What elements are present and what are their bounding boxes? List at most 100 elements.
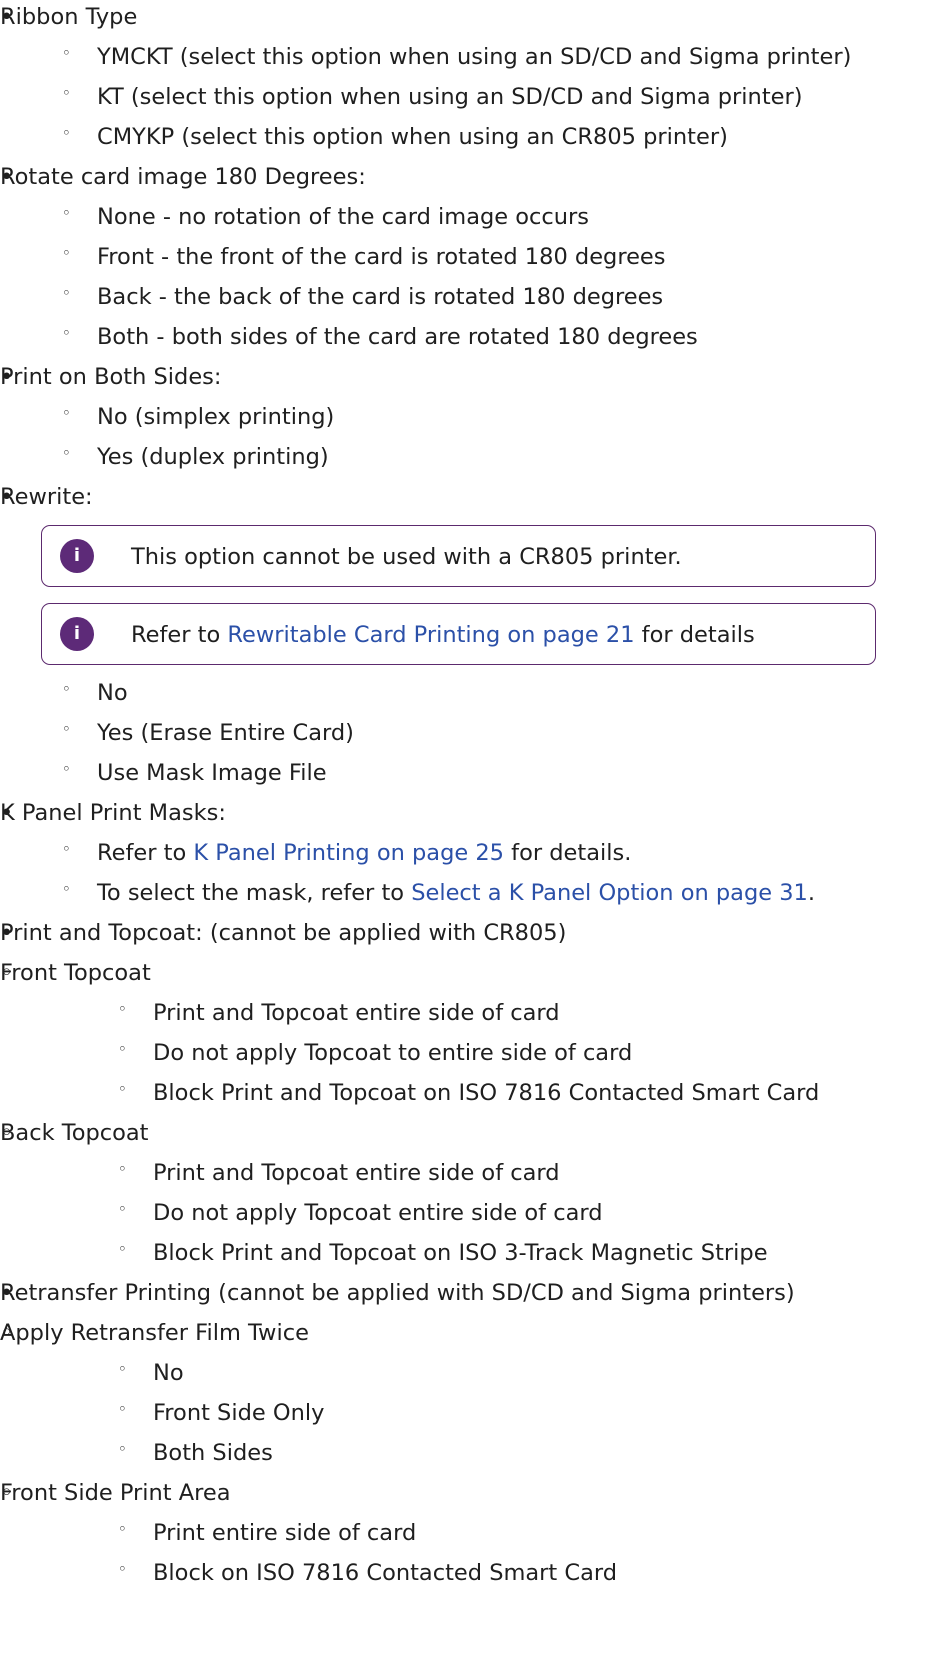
option-text: Back - the back of the card is rotated 1…: [97, 284, 664, 310]
bullet-icon: ◦: [62, 124, 71, 142]
bullet-icon: ◦: [62, 204, 71, 222]
list-item-retransfer: • Retransfer Printing (cannot be applied …: [0, 1273, 942, 1593]
list-item: ◦ Print entire side of card: [0, 1513, 942, 1553]
rewrite-options: ◦ No ◦ Yes (Erase Entire Card) ◦ Use Mask I…: [0, 673, 942, 793]
list-item-ribbon-type: • Ribbon Type ◦ YMCKT (select this option …: [0, 0, 942, 157]
bullet-icon: •: [0, 1280, 14, 1306]
list-item: ◦ Do not apply Topcoat entire side of car…: [0, 1193, 942, 1233]
list-item: ◦ Yes (duplex printing): [0, 437, 942, 477]
ribbon-type-options: ◦ YMCKT (select this option when using an…: [0, 37, 942, 157]
list-item: ◦ Print and Topcoat entire side of card: [0, 993, 942, 1033]
option-text: Print and Topcoat entire side of card: [153, 1000, 560, 1026]
list-item: ◦ No: [0, 673, 942, 713]
option-text: Do not apply Topcoat entire side of card: [153, 1200, 603, 1226]
bullet-icon: •: [0, 484, 14, 510]
info-icon: i: [60, 539, 94, 573]
bullet-icon: ◦: [118, 1520, 127, 1538]
option-text: Yes (duplex printing): [97, 444, 329, 470]
front-print-area-options: ◦ Print entire side of card ◦ Block on ISO…: [0, 1513, 942, 1593]
select-k-panel-option-link[interactable]: Select a K Panel Option on page 31: [411, 880, 808, 906]
list-item-front-topcoat: ◦ Front Topcoat ◦ Print and Topcoat entire…: [0, 953, 942, 1113]
list-item: ◦ Use Mask Image File: [0, 753, 942, 793]
apply-twice-title: Apply Retransfer Film Twice: [0, 1320, 309, 1346]
bullet-icon: ◦: [118, 1160, 127, 1178]
info-note-text: This option cannot be used with a CR805 …: [131, 544, 682, 570]
option-text: Block Print and Topcoat on ISO 7816 Cont…: [153, 1080, 820, 1106]
bullet-icon: ◦: [62, 44, 71, 62]
list-item: ◦ None - no rotation of the card image oc…: [0, 197, 942, 237]
bullet-icon: ◦: [118, 1040, 127, 1058]
apply-twice-options: ◦ No ◦ Front Side Only ◦ Both Sides: [0, 1353, 942, 1473]
option-text: Both - both sides of the card are rotate…: [97, 324, 698, 350]
list-item: ◦ Yes (Erase Entire Card): [0, 713, 942, 753]
rotate-options: ◦ None - no rotation of the card image oc…: [0, 197, 942, 357]
bullet-icon: ◦: [62, 84, 71, 102]
bullet-icon: ◦: [62, 760, 71, 778]
info-icon: i: [60, 617, 94, 651]
option-text: Print and Topcoat entire side of card: [153, 1160, 560, 1186]
list-item: ◦ YMCKT (select this option when using an…: [0, 37, 942, 77]
bullet-icon: ◦: [62, 244, 71, 262]
k-panel-printing-link[interactable]: K Panel Printing on page 25: [193, 840, 504, 866]
option-text: No: [153, 1360, 184, 1386]
list-item: ◦ Block Print and Topcoat on ISO 3-Track …: [0, 1233, 942, 1273]
note-text-before: Refer to: [131, 622, 228, 648]
option-text: YMCKT (select this option when using an …: [97, 44, 852, 70]
bullet-icon: ◦: [118, 1440, 127, 1458]
k-panel-options: ◦ Refer to K Panel Printing on page 25 fo…: [0, 833, 942, 913]
bullet-icon: ◦: [118, 1200, 127, 1218]
list-item: ◦ Front Side Only: [0, 1393, 942, 1433]
rotate-title: Rotate card image 180 Degrees:: [0, 164, 366, 190]
rewrite-title: Rewrite:: [0, 484, 93, 510]
bullet-icon: ◦: [62, 840, 71, 858]
bullet-icon: ◦: [0, 1320, 14, 1346]
front-topcoat-title: Front Topcoat: [0, 960, 151, 986]
bullet-icon: ◦: [0, 960, 14, 986]
bullet-icon: ◦: [62, 444, 71, 462]
list-item: ◦ No: [0, 1353, 942, 1393]
option-text: Front - the front of the card is rotated…: [97, 244, 666, 270]
bullet-icon: •: [0, 164, 14, 190]
list-item-topcoat: • Print and Topcoat: (cannot be applied w…: [0, 913, 942, 1273]
list-item: ◦ Print and Topcoat entire side of card: [0, 1153, 942, 1193]
back-topcoat-title: Back Topcoat: [0, 1120, 149, 1146]
list-item: ◦ Refer to K Panel Printing on page 25 fo…: [0, 833, 942, 873]
option-text: for details.: [504, 840, 632, 866]
info-note-rewritable: i Refer to Rewritable Card Printing on p…: [41, 603, 876, 665]
ribbon-type-title: Ribbon Type: [0, 4, 138, 30]
option-text: Front Side Only: [153, 1400, 325, 1426]
topcoat-options: ◦ Front Topcoat ◦ Print and Topcoat entire…: [0, 953, 942, 1273]
option-text: To select the mask, refer to: [97, 880, 412, 906]
bullet-icon: ◦: [62, 680, 71, 698]
option-text: KT (select this option when using an SD/…: [97, 84, 803, 110]
print-both-sides-options: ◦ No (simplex printing) ◦ Yes (duplex prin…: [0, 397, 942, 477]
bullet-icon: ◦: [0, 1120, 14, 1146]
list-item: ◦ Block on ISO 7816 Contacted Smart Card: [0, 1553, 942, 1593]
bullet-icon: ◦: [62, 404, 71, 422]
list-item-front-print-area: ◦ Front Side Print Area ◦ Print entire sid…: [0, 1473, 942, 1593]
bullet-icon: ◦: [118, 1400, 127, 1418]
rewritable-card-printing-link[interactable]: Rewritable Card Printing on page 21: [227, 622, 634, 648]
list-item: ◦ To select the mask, refer to Select a K…: [0, 873, 942, 913]
list-item: ◦ Back - the back of the card is rotated …: [0, 277, 942, 317]
list-item: ◦ Do not apply Topcoat to entire side of …: [0, 1033, 942, 1073]
option-text: Yes (Erase Entire Card): [97, 720, 354, 746]
k-panel-title: K Panel Print Masks:: [0, 800, 226, 826]
list-item: ◦ Both Sides: [0, 1433, 942, 1473]
option-text: Both Sides: [153, 1440, 273, 1466]
topcoat-title: Print and Topcoat: (cannot be applied wi…: [0, 920, 567, 946]
option-text: Refer to: [97, 840, 194, 866]
list-item-rewrite: • Rewrite: i This option cannot be used w…: [0, 477, 942, 793]
list-item-print-both-sides: • Print on Both Sides: ◦ No (simplex print…: [0, 357, 942, 477]
list-item-rotate: • Rotate card image 180 Degrees: ◦ None - …: [0, 157, 942, 357]
retransfer-title: Retransfer Printing (cannot be applied w…: [0, 1280, 795, 1306]
option-text: No (simplex printing): [97, 404, 335, 430]
list-item: ◦ Block Print and Topcoat on ISO 7816 Con…: [0, 1073, 942, 1113]
bullet-icon: ◦: [118, 1360, 127, 1378]
bullet-icon: •: [0, 4, 14, 30]
option-text: Print entire side of card: [153, 1520, 417, 1546]
back-topcoat-options: ◦ Print and Topcoat entire side of card ◦…: [0, 1153, 942, 1273]
bullet-icon: ◦: [62, 880, 71, 898]
note-text-after: for details: [634, 622, 755, 648]
list-item-apply-twice: ◦ Apply Retransfer Film Twice ◦ No ◦ Front …: [0, 1313, 942, 1473]
